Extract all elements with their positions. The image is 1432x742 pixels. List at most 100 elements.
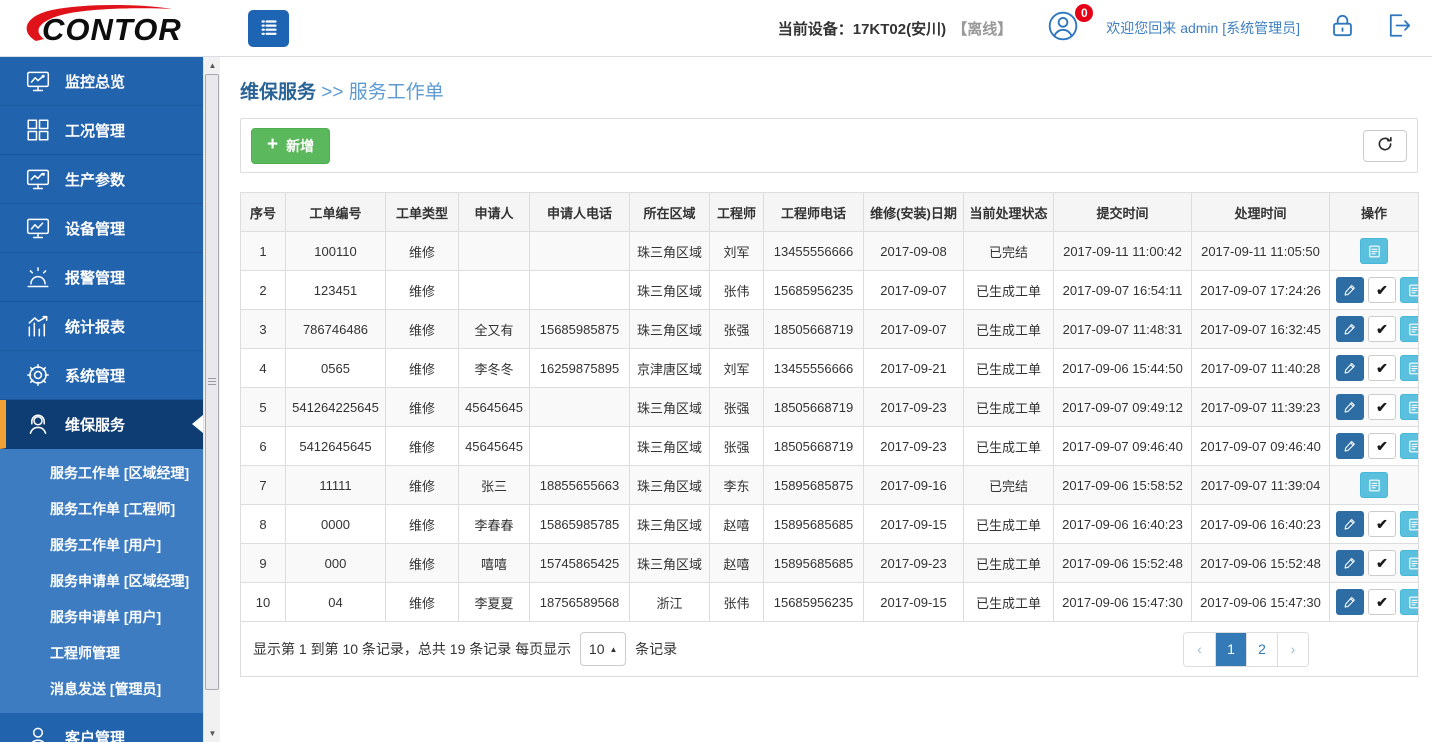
cell-engineer_phone: 15685956235 [764,583,864,622]
view-button[interactable] [1400,589,1419,615]
cell-repair_date: 2017-09-07 [864,271,964,310]
page-button-1[interactable]: 1 [1215,633,1246,666]
cell-applicant: 李春春 [459,505,530,544]
page-size-dropdown[interactable]: 10 ▲ [580,632,626,666]
view-icon [1407,400,1419,415]
params-icon [25,166,51,192]
sidebar-toggle-button[interactable] [248,10,289,47]
column-header: 申请人 [459,193,530,232]
sidebar-subitem[interactable]: 服务工作单 [用户] [0,527,203,563]
breadcrumb-parent[interactable]: 维保服务 [240,82,316,103]
view-button[interactable] [1360,238,1388,264]
scrollbar-down-arrow[interactable]: ▼ [204,725,221,742]
sidebar-item-person[interactable]: 客户管理 [0,713,203,742]
caret-up-icon: ▲ [610,645,618,654]
approve-button[interactable]: ✔ [1368,589,1396,615]
cell-seq: 10 [241,583,286,622]
cell-region: 珠三角区域 [630,310,710,349]
view-button[interactable] [1400,316,1419,342]
approve-button[interactable]: ✔ [1368,433,1396,459]
sidebar-item-monitor[interactable]: 监控总览 [0,57,203,106]
approve-button[interactable]: ✔ [1368,277,1396,303]
view-button[interactable] [1400,277,1419,303]
approve-icon: ✔ [1376,594,1388,611]
sidebar-subitem[interactable]: 服务工作单 [工程师] [0,491,203,527]
notification-profile-button[interactable]: 0 [1046,9,1080,48]
cell-repair_date: 2017-09-07 [864,310,964,349]
page-button-2[interactable]: 2 [1246,633,1277,666]
cell-seq: 5 [241,388,286,427]
view-button[interactable] [1360,472,1388,498]
edit-button[interactable] [1336,394,1364,420]
sidebar-subitem[interactable]: 服务申请单 [用户] [0,599,203,635]
add-button[interactable]: + 新增 [251,128,330,164]
cell-submit_time: 2017-09-06 15:58:52 [1054,466,1192,505]
sidebar-scrollbar[interactable]: ▲ ▼ [203,57,220,742]
edit-button[interactable] [1336,589,1364,615]
edit-button[interactable] [1336,355,1364,381]
approve-button[interactable]: ✔ [1368,550,1396,576]
sidebar-subitem[interactable]: 工程师管理 [0,635,203,671]
cell-process_time: 2017-09-07 11:39:04 [1192,466,1330,505]
cell-process_time: 2017-09-07 11:40:28 [1192,349,1330,388]
approve-button[interactable]: ✔ [1368,355,1396,381]
table-header-row: 序号工单编号工单类型申请人申请人电话所在区域工程师工程师电话维修(安装)日期当前… [241,193,1419,232]
cell-repair_date: 2017-09-16 [864,466,964,505]
sidebar-item-gear[interactable]: 系统管理 [0,351,203,400]
logout-button[interactable] [1385,11,1414,45]
edit-button[interactable] [1336,316,1364,342]
sidebar-item-grid[interactable]: 工况管理 [0,106,203,155]
column-header: 工程师电话 [764,193,864,232]
table-row: 65412645645维修45645645珠三角区域张强185056687192… [241,427,1419,466]
cell-applicant_phone: 18756589568 [530,583,630,622]
view-button[interactable] [1400,355,1419,381]
next-page-button[interactable]: › [1277,633,1308,666]
prev-page-button[interactable]: ‹ [1184,633,1215,666]
sidebar-item-chart[interactable]: 统计报表 [0,302,203,351]
view-button[interactable] [1400,394,1419,420]
approve-button[interactable]: ✔ [1368,394,1396,420]
cell-order_no: 123451 [286,271,386,310]
cell-repair_date: 2017-09-15 [864,583,964,622]
sidebar-submenu: 服务工作单 [区域经理]服务工作单 [工程师]服务工作单 [用户]服务申请单 [… [0,449,203,713]
sidebar-item-alarm[interactable]: 报警管理 [0,253,203,302]
cell-applicant: 李冬冬 [459,349,530,388]
scrollbar-up-arrow[interactable]: ▲ [204,57,221,74]
scrollbar-thumb[interactable] [205,74,219,690]
cell-applicant_phone: 15865985785 [530,505,630,544]
cell-repair_date: 2017-09-15 [864,505,964,544]
sidebar-item-device[interactable]: 设备管理 [0,204,203,253]
cell-region: 珠三角区域 [630,544,710,583]
approve-button[interactable]: ✔ [1368,511,1396,537]
sidebar-item-label: 监控总览 [65,71,125,92]
lock-screen-button[interactable] [1328,11,1357,45]
cell-repair_date: 2017-09-23 [864,544,964,583]
edit-button[interactable] [1336,511,1364,537]
sidebar-item-headset[interactable]: 维保服务 [0,400,203,449]
edit-icon [1343,556,1357,570]
approve-button[interactable]: ✔ [1368,316,1396,342]
cell-repair_date: 2017-09-23 [864,388,964,427]
cell-type: 维修 [386,583,459,622]
edit-button[interactable] [1336,433,1364,459]
edit-button[interactable] [1336,277,1364,303]
sidebar-subitem[interactable]: 消息发送 [管理员] [0,671,203,707]
view-button[interactable] [1400,433,1419,459]
cell-seq: 1 [241,232,286,271]
cell-engineer: 刘军 [710,232,764,271]
edit-icon [1343,400,1357,414]
edit-button[interactable] [1336,550,1364,576]
view-button[interactable] [1400,550,1419,576]
menu-list-icon [257,15,281,42]
sidebar-subitem[interactable]: 服务工作单 [区域经理] [0,455,203,491]
cell-order_no: 0565 [286,349,386,388]
refresh-button[interactable] [1363,130,1407,162]
device-value: 17KT02(安川) [853,21,946,38]
sidebar-item-params[interactable]: 生产参数 [0,155,203,204]
view-button[interactable] [1400,511,1419,537]
sidebar-subitem[interactable]: 服务申请单 [区域经理] [0,563,203,599]
column-header: 所在区域 [630,193,710,232]
column-header: 处理时间 [1192,193,1330,232]
lock-icon [1328,11,1357,45]
cell-type: 维修 [386,505,459,544]
